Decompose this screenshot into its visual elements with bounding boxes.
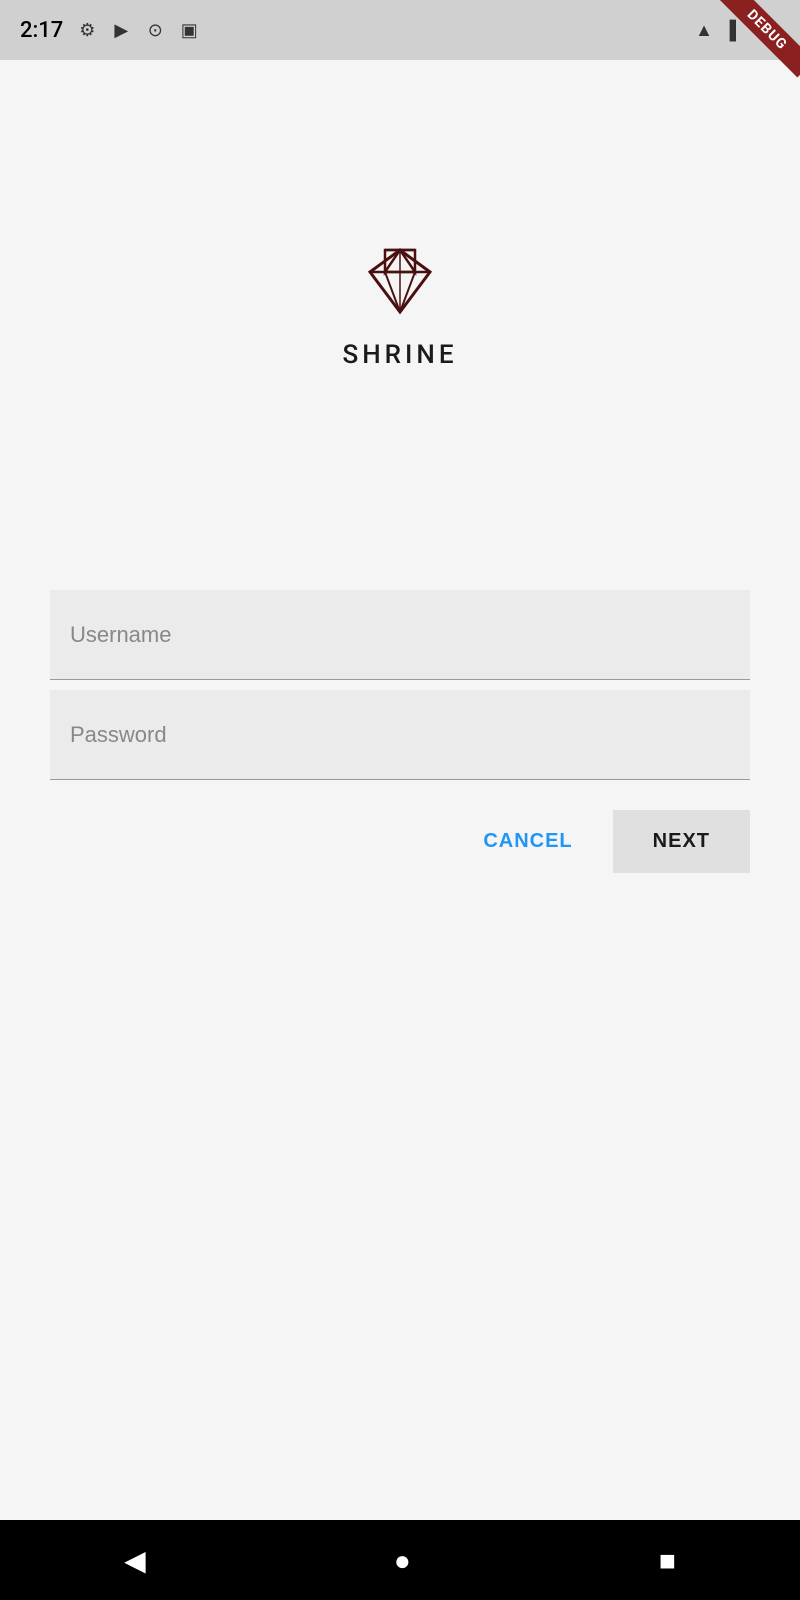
buttons-row: CANCEL NEXT <box>50 810 750 873</box>
status-time: 2:17 <box>20 18 63 43</box>
main-content: SHRINE CANCEL NEXT <box>0 60 800 1520</box>
shrine-logo-icon <box>360 240 440 320</box>
play-icon: ▶ <box>109 18 133 42</box>
logo-area: SHRINE <box>342 240 457 370</box>
status-bar: 2:17 ⚙ ▶ ⊙ ▣ ▲ ▌ ▭ <box>0 0 800 60</box>
next-button[interactable]: NEXT <box>613 810 750 873</box>
recent-button[interactable]: ■ <box>659 1544 676 1577</box>
status-icons: ⚙ ▶ ⊙ ▣ <box>75 18 201 42</box>
debug-banner: DEBUG <box>710 0 800 90</box>
form-area: CANCEL NEXT <box>50 590 750 873</box>
logo-title: SHRINE <box>342 340 457 370</box>
password-input[interactable] <box>50 690 750 780</box>
username-input[interactable] <box>50 590 750 680</box>
status-bar-left: 2:17 ⚙ ▶ ⊙ ▣ <box>20 18 201 43</box>
at-icon: ⊙ <box>143 18 167 42</box>
document-icon: ▣ <box>177 18 201 42</box>
home-button[interactable]: ● <box>394 1544 411 1577</box>
back-button[interactable]: ◀ <box>124 1544 146 1577</box>
debug-banner-label: DEBUG <box>720 0 800 77</box>
cancel-button[interactable]: CANCEL <box>453 810 602 873</box>
nav-bar: ◀ ● ■ <box>0 1520 800 1600</box>
gear-icon: ⚙ <box>75 18 99 42</box>
